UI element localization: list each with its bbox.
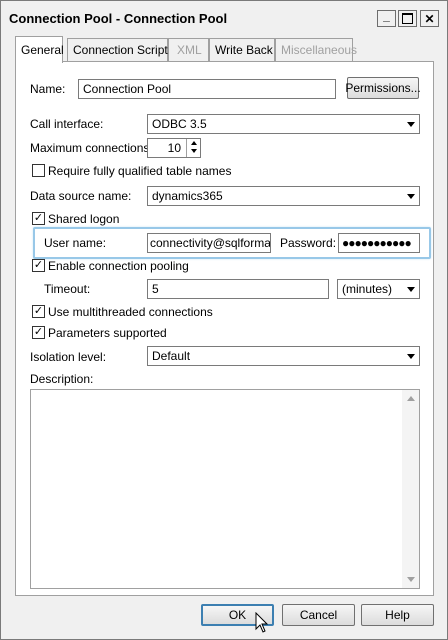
enable-pooling-checkbox[interactable]: ✓ <box>32 259 45 272</box>
multithreaded-label: Use multithreaded connections <box>48 305 213 319</box>
isolation-value: Default <box>152 349 191 363</box>
description-scrollbar[interactable] <box>402 390 419 588</box>
permissions-button[interactable]: Permissions... <box>345 77 421 99</box>
tab-miscellaneous: Miscellaneous <box>275 38 357 61</box>
shared-logon-checkbox[interactable]: ✓ <box>32 212 45 225</box>
max-connections-stepper[interactable]: 10 <box>147 138 201 158</box>
tab-label: XML <box>177 43 202 57</box>
description-label: Description: <box>30 372 94 386</box>
call-interface-select[interactable]: ODBC 3.5 <box>147 114 420 134</box>
user-name-input[interactable]: connectivity@sqlformatc <box>147 233 271 253</box>
timeout-label: Timeout: <box>44 282 91 296</box>
tab-connection-scripts[interactable]: Connection Scripts <box>67 38 174 61</box>
minimize-icon: _ <box>383 8 390 23</box>
password-input[interactable]: ●●●●●●●●●●● <box>338 233 420 253</box>
max-connections-label: Maximum connections: <box>30 141 153 155</box>
spin-up-icon[interactable] <box>187 139 200 147</box>
spinner-buttons[interactable] <box>186 139 200 157</box>
chevron-down-icon[interactable] <box>402 115 419 133</box>
mouse-cursor-icon <box>255 612 269 633</box>
tab-label: Connection Scripts <box>73 43 174 57</box>
timeout-input[interactable]: 5 <box>147 279 329 299</box>
close-button[interactable]: ✕ <box>420 10 439 27</box>
title-bar[interactable]: Connection Pool - Connection Pool _ ✕ <box>1 1 447 35</box>
params-supported-label: Parameters supported <box>48 326 167 340</box>
isolation-label: Isolation level: <box>30 350 107 364</box>
data-source-label: Data source name: <box>30 189 132 203</box>
password-label: Password: <box>280 236 337 250</box>
tab-xml: XML <box>168 38 209 61</box>
chevron-down-icon[interactable] <box>402 187 419 205</box>
max-connections-value: 10 <box>167 141 181 155</box>
data-source-value: dynamics365 <box>152 189 223 203</box>
tab-label: Write Back <box>215 43 273 57</box>
timeout-unit-value: (minutes) <box>342 282 393 296</box>
close-icon: ✕ <box>424 11 435 26</box>
timeout-unit-select[interactable]: (minutes) <box>337 279 420 299</box>
chevron-down-icon[interactable] <box>402 280 419 298</box>
data-source-select[interactable]: dynamics365 <box>147 186 420 206</box>
call-interface-value: ODBC 3.5 <box>152 117 207 131</box>
chevron-down-icon[interactable] <box>402 347 419 365</box>
scroll-down-icon[interactable] <box>402 571 419 588</box>
maximize-icon <box>402 13 413 24</box>
params-supported-checkbox[interactable]: ✓ <box>32 326 45 339</box>
scroll-up-icon[interactable] <box>402 390 419 407</box>
tab-label: General <box>21 43 64 57</box>
call-interface-label: Call interface: <box>30 117 104 131</box>
name-label: Name: <box>30 82 66 96</box>
spin-down-icon[interactable] <box>187 147 200 155</box>
maximize-button[interactable] <box>398 10 417 27</box>
minimize-button[interactable]: _ <box>377 10 396 27</box>
isolation-select[interactable]: Default <box>147 346 420 366</box>
enable-pooling-label: Enable connection pooling <box>48 259 189 273</box>
tab-label: Miscellaneous <box>281 43 358 57</box>
require-qualified-label: Require fully qualified table names <box>48 164 232 178</box>
multithreaded-checkbox[interactable]: ✓ <box>32 305 45 318</box>
description-textarea[interactable] <box>30 389 420 589</box>
window-title: Connection Pool - Connection Pool <box>9 11 228 26</box>
tab-write-back[interactable]: Write Back <box>209 38 275 61</box>
dialog-window: Connection Pool - Connection Pool _ ✕ Ge… <box>0 0 448 640</box>
name-input[interactable]: Connection Pool <box>78 79 336 99</box>
shared-logon-label: Shared logon <box>48 212 120 226</box>
cancel-button[interactable]: Cancel <box>282 604 355 626</box>
user-name-label: User name: <box>44 236 107 250</box>
tab-general[interactable]: General <box>15 36 64 63</box>
require-qualified-checkbox[interactable] <box>32 164 45 177</box>
help-button[interactable]: Help <box>361 604 434 626</box>
